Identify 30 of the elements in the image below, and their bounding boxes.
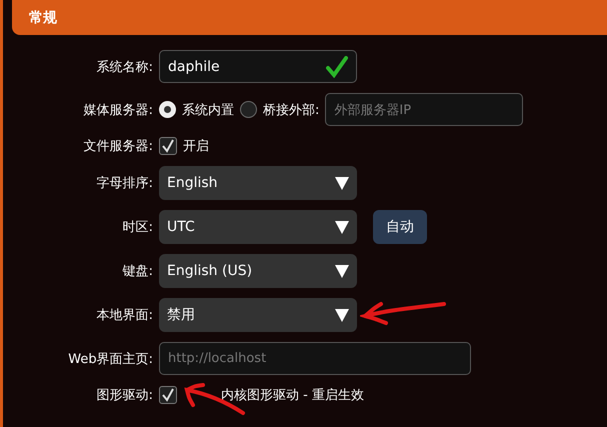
checkbox-label: 内核图形驱动 - 重启生效 xyxy=(221,387,364,404)
caret-icon xyxy=(335,220,349,234)
field-label: 文件服务器: xyxy=(82,138,153,155)
field-label: 媒体服务器: xyxy=(82,102,153,118)
caret-icon xyxy=(335,264,349,278)
name-field[interactable]: daphile xyxy=(159,50,357,83)
url-field[interactable]: http://localhost xyxy=(159,342,471,375)
caret-icon xyxy=(335,308,349,322)
radio-button[interactable] xyxy=(240,101,257,118)
caret-icon xyxy=(335,176,349,190)
checkbox[interactable] xyxy=(159,137,177,155)
dropdown[interactable]: English (US) xyxy=(159,254,357,288)
radio-label: 桥接外部: xyxy=(263,102,320,118)
checkbox-label: 开启 xyxy=(183,138,209,155)
radio-label: 系统内置 xyxy=(182,102,234,118)
field-label: 键盘: xyxy=(122,263,153,280)
auto-button[interactable]: 自动 xyxy=(373,210,427,244)
field-label: Web界面主页: xyxy=(67,350,153,368)
annotation-arrow xyxy=(183,381,247,417)
dropdown[interactable]: 禁用 xyxy=(159,298,357,332)
section-title: 常规 xyxy=(29,8,57,26)
dropdown[interactable]: English xyxy=(159,166,357,200)
dropdown[interactable]: UTC xyxy=(159,210,357,244)
field-label: 图形驱动: xyxy=(96,387,153,404)
field-label: 时区: xyxy=(122,219,153,236)
field-label: 本地界面: xyxy=(96,307,153,324)
server-ip-field[interactable]: 外部服务器IP xyxy=(325,93,524,126)
checkbox[interactable] xyxy=(159,386,177,404)
field-label: 字母排序: xyxy=(96,175,153,192)
field-label: 系统名称: xyxy=(96,58,153,76)
